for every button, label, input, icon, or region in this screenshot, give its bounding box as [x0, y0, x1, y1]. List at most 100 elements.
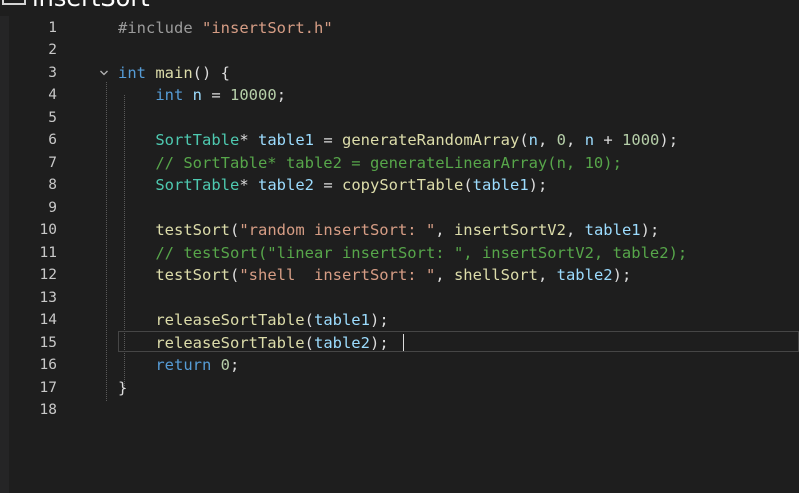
line-number: 3	[48, 64, 57, 81]
line-number: 15	[39, 334, 57, 351]
code-line[interactable]: SortTable* table2 = copySortTable(table1…	[118, 174, 547, 197]
code-line[interactable]: testSort("shell insertSort: ", shellSort…	[118, 264, 631, 287]
line-number: 14	[39, 312, 57, 328]
code-token: #include	[118, 18, 202, 37]
code-token: =	[314, 176, 342, 194]
code-line[interactable]: releaseSortTable(table1);	[118, 309, 389, 332]
code-token: =	[202, 86, 231, 104]
line-number: 2	[48, 42, 57, 58]
line-number: 18	[39, 402, 57, 418]
code-token: table2	[313, 333, 370, 352]
code-line[interactable]: // SortTable* table2 = generateLinearArr…	[118, 152, 622, 175]
code-token: );	[659, 131, 679, 149]
code-token: (	[519, 131, 529, 149]
code-token: insertSortV2	[453, 221, 566, 239]
line-number: 7	[48, 154, 57, 171]
line-number: 13	[39, 289, 57, 306]
code-token: *	[239, 176, 258, 194]
code-token: // testSort("linear insertSort: ", inser…	[155, 243, 688, 262]
code-token: *	[239, 131, 258, 149]
text-cursor	[403, 334, 404, 351]
code-token: (	[304, 311, 314, 329]
code-token: );	[612, 266, 632, 284]
code-line[interactable]: #include "insertSort.h"	[118, 17, 333, 40]
code-token: n	[192, 86, 203, 104]
line-number: 9	[48, 199, 57, 216]
code-token: (	[463, 176, 473, 194]
window-title-bar: insertSort	[0, 0, 799, 16]
code-token: int	[155, 86, 184, 104]
code-token: n	[584, 131, 595, 149]
code-token: );	[369, 311, 389, 329]
code-token: SortTable	[155, 176, 240, 194]
code-line[interactable]: }	[118, 377, 127, 400]
code-token: table2	[556, 266, 613, 284]
line-number: 4	[48, 87, 57, 103]
code-token: (	[304, 333, 314, 352]
code-token: ,	[565, 221, 585, 239]
code-token: (	[229, 266, 240, 284]
code-line[interactable]: return 0;	[118, 354, 239, 377]
window-icon	[2, 0, 26, 5]
code-token: "insertSort.h"	[202, 18, 333, 37]
code-token: table1	[472, 176, 529, 194]
line-number: 11	[39, 244, 57, 261]
code-token: main	[155, 63, 193, 82]
code-editor[interactable]: 1 2 3 4 5 6 7 8 9 10 11 12 13 14 15 16 17 18 #include "in…	[0, 16, 799, 493]
code-token: shellSort	[453, 266, 538, 284]
code-token: () {	[192, 63, 230, 82]
code-line[interactable]: // testSort("linear insertSort: ", inser…	[118, 242, 687, 265]
code-token: SortTable	[155, 131, 240, 149]
line-number: 1	[48, 19, 57, 36]
code-token: ,	[435, 221, 454, 239]
code-token: );	[528, 176, 548, 194]
code-token: (	[229, 221, 240, 239]
code-token: return	[155, 356, 212, 374]
code-line[interactable]: SortTable* table1 = generateRandomArray(…	[118, 129, 678, 152]
code-token: testSort	[155, 266, 230, 284]
line-number: 10	[39, 222, 57, 238]
code-token: 0	[556, 131, 567, 149]
code-line[interactable]: int n = 10000;	[118, 84, 286, 107]
code-token: table1	[258, 131, 314, 149]
line-number: 12	[39, 267, 57, 283]
code-token: 0	[220, 356, 231, 374]
line-number: 6	[48, 132, 57, 148]
line-number: 5	[48, 109, 57, 126]
code-token: // SortTable* table2 = generateLinearArr…	[155, 153, 622, 172]
chevron-down-icon[interactable]	[99, 68, 109, 78]
scope-guide-line	[106, 82, 107, 401]
code-token: releaseSortTable	[155, 333, 305, 352]
window-title: insertSort	[32, 0, 150, 10]
code-token: n	[528, 131, 538, 149]
code-token: releaseSortTable	[155, 311, 305, 329]
code-token: table1	[313, 311, 370, 329]
code-line[interactable]: testSort("random insertSort: ", insertSo…	[118, 219, 659, 242]
code-token: );	[369, 333, 389, 352]
code-token: "shell insertSort: "	[239, 266, 436, 284]
line-number: 17	[39, 379, 57, 396]
code-line[interactable]: releaseSortTable(table2);	[118, 332, 389, 355]
code-token: int	[118, 63, 146, 82]
code-token: ,	[538, 131, 557, 149]
code-token: copySortTable	[342, 176, 464, 194]
code-token: "random insertSort: "	[239, 221, 436, 239]
code-token: );	[640, 221, 660, 239]
code-token: ,	[537, 266, 557, 284]
code-token: ;	[230, 356, 240, 374]
code-token: table2	[258, 176, 314, 194]
code-token: =	[314, 131, 342, 149]
code-token: 1000	[622, 131, 660, 149]
code-line[interactable]: int main() {	[118, 62, 230, 85]
